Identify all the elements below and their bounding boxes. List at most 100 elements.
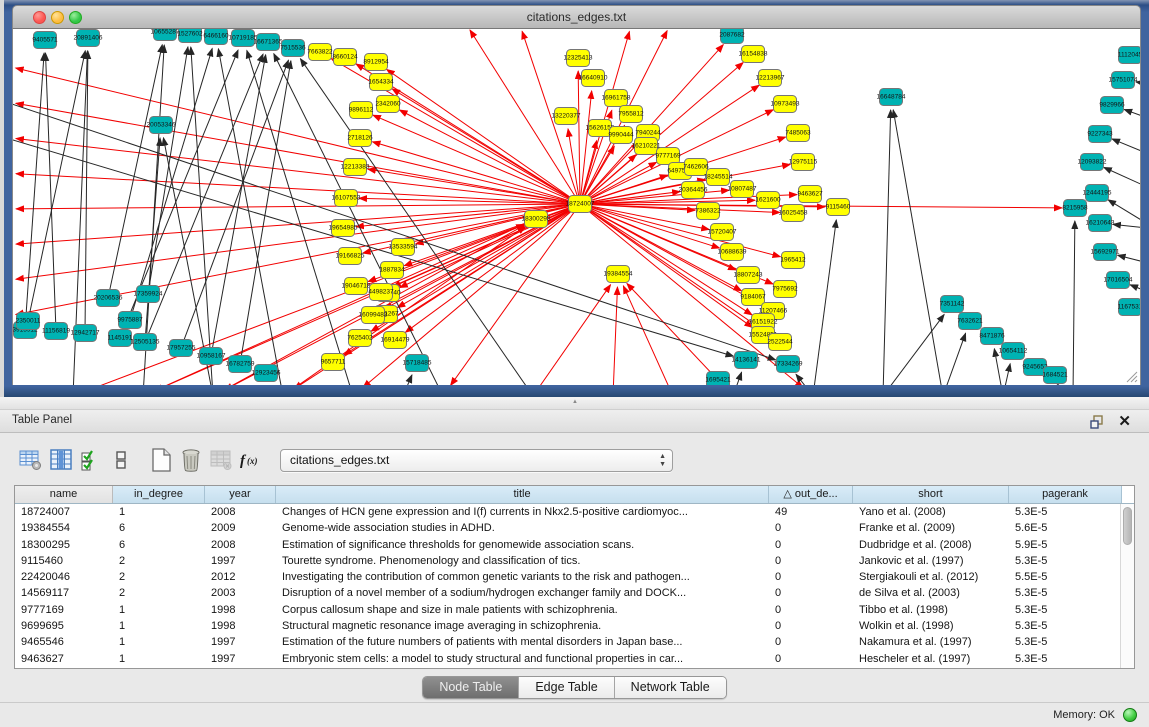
network-node[interactable]: 18807243 (734, 267, 763, 284)
network-node[interactable]: 12213967 (756, 70, 785, 87)
network-node[interactable]: 2342060 (375, 96, 401, 113)
network-node[interactable]: 9777169 (655, 148, 681, 165)
network-node[interactable]: 9990444 (608, 127, 634, 144)
citation-edge-red[interactable] (405, 209, 572, 332)
network-node[interactable]: 19046718 (342, 278, 371, 295)
table-options-button[interactable] (16, 446, 46, 474)
column-header-short[interactable]: short (853, 486, 1009, 503)
network-node[interactable]: 16914479 (381, 332, 410, 349)
column-header-title[interactable]: title (276, 486, 769, 503)
table-row[interactable]: 911546021997Tourette syndrome. Phenomeno… (15, 553, 1120, 569)
network-node[interactable]: 8215958 (1062, 200, 1088, 217)
network-node[interactable]: 10688639 (718, 244, 747, 261)
table-row[interactable]: 1872400712008Changes of HCN gene express… (15, 504, 1120, 520)
column-header-name[interactable]: name (15, 486, 113, 503)
citation-edge-black[interactable] (184, 60, 288, 339)
network-node[interactable]: 2087682 (719, 29, 745, 44)
network-node[interactable]: 12975115 (789, 154, 818, 171)
network-node[interactable]: 10654112 (999, 343, 1028, 360)
minimize-window-button[interactable] (51, 11, 64, 24)
citation-edge-black[interactable] (45, 53, 55, 322)
network-node[interactable]: 17957255 (167, 340, 196, 357)
table-row[interactable]: 1938455462009Genome-wide association stu… (15, 520, 1120, 536)
network-node[interactable]: 16025458 (779, 205, 808, 222)
citation-edge-red[interactable] (538, 285, 610, 385)
table-row[interactable]: 1830029562008Estimation of significance … (15, 537, 1120, 553)
citation-edge-red[interactable] (589, 206, 781, 256)
network-node[interactable]: 10958167 (197, 348, 226, 365)
citation-edge-black[interactable] (946, 333, 966, 385)
network-node[interactable]: 20206536 (94, 290, 123, 307)
network-node[interactable]: 9657711 (321, 354, 346, 371)
citation-edge-black[interactable] (26, 53, 44, 321)
import-table-button[interactable] (206, 446, 236, 474)
resize-grip[interactable] (1124, 369, 1138, 383)
citation-edge-black[interactable] (893, 110, 941, 385)
table-scrollbar[interactable] (1120, 504, 1134, 668)
network-node[interactable]: 9405571 (32, 32, 58, 49)
network-node[interactable]: 20364456 (679, 182, 708, 199)
delete-table-button[interactable] (176, 446, 206, 474)
network-node[interactable]: 7485063 (785, 125, 811, 142)
network-node[interactable]: 12213383 (341, 159, 370, 176)
zoom-window-button[interactable] (69, 11, 82, 24)
citation-edge-red[interactable] (16, 103, 571, 202)
network-node[interactable]: 16210643 (1086, 215, 1115, 232)
table-row[interactable]: 2242004622012Investigating the contribut… (15, 569, 1120, 585)
network-node[interactable]: 7632621 (957, 313, 983, 330)
citation-edge-black[interactable] (1130, 285, 1141, 292)
network-node[interactable]: 8471876 (979, 328, 1005, 345)
network-node[interactable]: 15720407 (708, 224, 737, 241)
column-header-year[interactable]: year (205, 486, 276, 503)
network-node[interactable]: 8660124 (332, 49, 358, 66)
network-node[interactable]: 18724007 (566, 196, 595, 213)
network-node[interactable]: 15751074 (1109, 72, 1138, 89)
window-titlebar[interactable]: citations_edges.txt (12, 5, 1141, 29)
network-node[interactable]: 4498237 (368, 284, 394, 301)
network-node[interactable]: 2522544 (767, 334, 793, 351)
network-node[interactable]: 12942717 (71, 325, 100, 342)
network-node[interactable]: 18300295 (522, 211, 551, 228)
network-node[interactable]: 2718126 (347, 130, 373, 147)
network-node[interactable]: 16782759 (226, 356, 255, 373)
network-node[interactable]: 9184067 (740, 289, 766, 306)
network-node[interactable]: 9463627 (797, 186, 823, 203)
network-node[interactable]: 17359924 (134, 286, 163, 303)
network-node[interactable]: 15692971 (1091, 244, 1120, 261)
network-node[interactable]: 12444195 (1083, 185, 1112, 202)
table-row[interactable]: 969969511998Structural magnetic resonanc… (15, 618, 1120, 634)
citation-edge-black[interactable] (407, 375, 412, 385)
select-rows-button[interactable] (76, 446, 106, 474)
citation-edge-red[interactable] (16, 138, 571, 202)
network-node[interactable]: 16640910 (579, 70, 608, 87)
network-node[interactable]: 10807487 (728, 181, 757, 198)
network-node[interactable]: 9227343 (1087, 126, 1113, 143)
column-header-out_degree[interactable]: △ out_de... (769, 486, 853, 503)
column-header-in_degree[interactable]: in_degree (113, 486, 205, 503)
column-header-pagerank[interactable]: pagerank (1009, 486, 1122, 503)
citation-edge-red[interactable] (16, 68, 572, 202)
network-node[interactable]: 12325413 (564, 50, 593, 67)
citation-edge-red[interactable] (587, 210, 803, 385)
table-scrollbar-thumb[interactable] (1123, 507, 1132, 545)
network-node[interactable]: 7515536 (280, 40, 306, 57)
citation-edge-black[interactable] (30, 51, 85, 312)
network-node[interactable]: 1684521 (1042, 367, 1068, 384)
network-node[interactable]: 7975692 (772, 281, 798, 298)
network-node[interactable]: 10655287 (151, 29, 180, 41)
network-node[interactable]: 1695421 (705, 372, 731, 386)
citation-edge-red[interactable] (368, 169, 571, 202)
network-node[interactable]: 16671365 (254, 34, 283, 51)
citation-edge-black[interactable] (1113, 224, 1141, 228)
network-node[interactable]: 20053346 (147, 117, 176, 134)
network-node[interactable]: 9829966 (1099, 97, 1125, 114)
citation-edge-black[interactable] (736, 372, 742, 385)
split-divider[interactable]: ▲▼ (0, 397, 1149, 410)
network-node[interactable]: 13220377 (552, 108, 581, 125)
network-node[interactable]: 16961758 (602, 90, 631, 107)
network-node[interactable]: 7386322 (695, 203, 721, 220)
network-node[interactable]: 1527602 (177, 29, 203, 43)
network-node[interactable]: 14136141 (732, 352, 761, 369)
citation-edge-red[interactable] (16, 204, 571, 209)
network-node[interactable]: 8912954 (363, 54, 389, 71)
